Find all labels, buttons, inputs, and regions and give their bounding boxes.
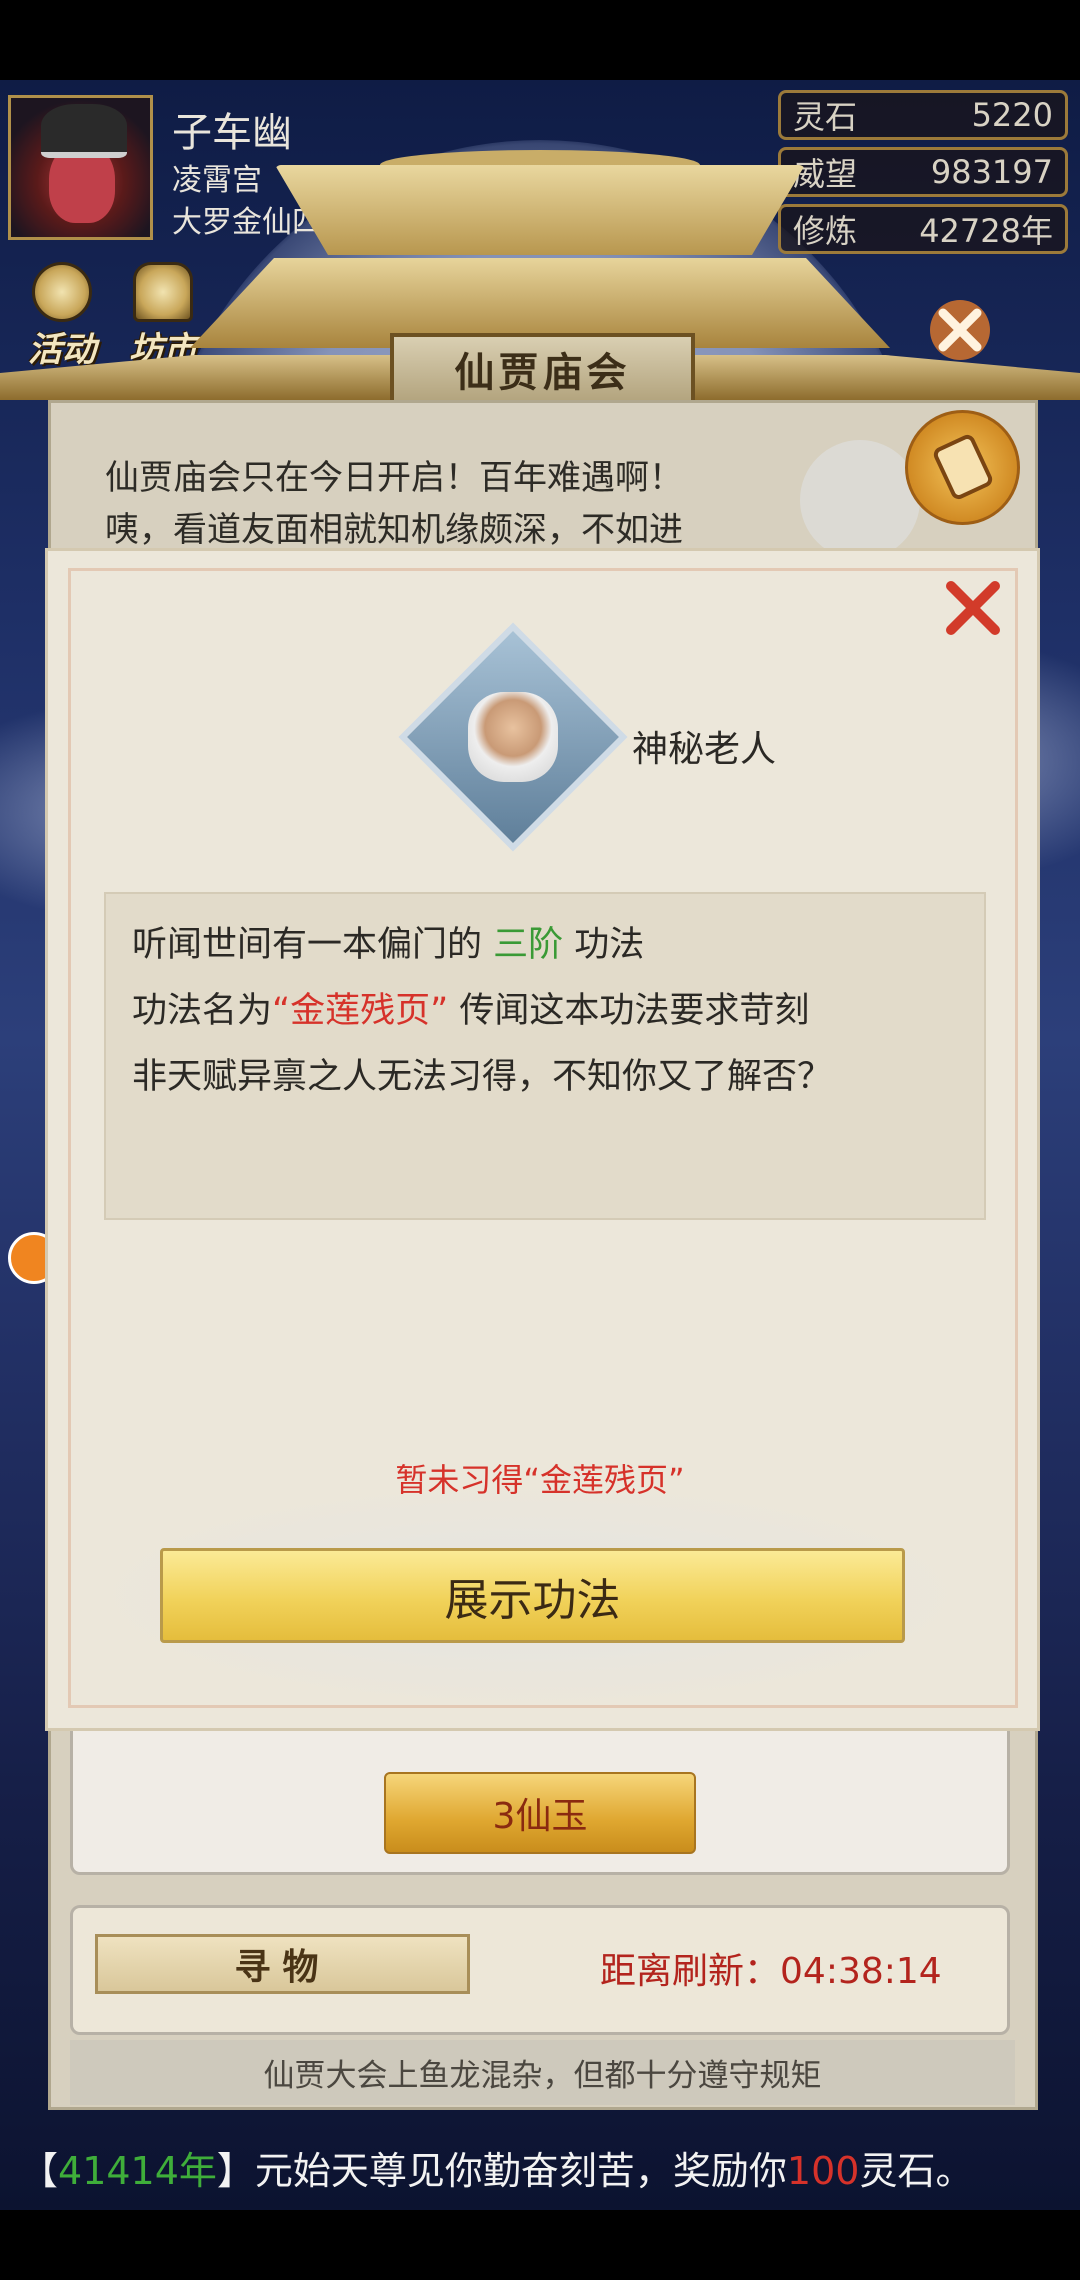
- stat-value: 5220: [971, 96, 1053, 134]
- intro-line: 仙贾庙会只在今日开启！百年难遇啊！: [105, 458, 683, 498]
- stat-spirit-stone: 灵石 5220: [778, 90, 1068, 140]
- market-button[interactable]: 坊市: [118, 262, 208, 371]
- dialog-line: 听闻世间有一本偏门的 三阶 功法: [132, 916, 644, 967]
- activity-label: 活动: [28, 330, 96, 370]
- chat-year: 41414年: [58, 2149, 217, 2193]
- hint-bar: 仙贾大会上鱼龙混杂，但都十分遵守规矩: [70, 2040, 1015, 2105]
- player-sect: 凌霄宫: [172, 163, 262, 198]
- dialog-line: 功法名为“金莲残页” 传闻这本功法要求苛刻: [132, 982, 809, 1033]
- close-icon[interactable]: [925, 295, 995, 365]
- chat-amount: 100: [786, 2149, 860, 2193]
- stat-label: 威望: [793, 155, 858, 193]
- npc-name: 神秘老人: [632, 729, 777, 770]
- player-avatar[interactable]: [8, 95, 153, 240]
- chat-message: 【41414年】元始天尊见你勤奋刻苦，奖励你100灵石。: [20, 2140, 973, 2195]
- learn-status: 暂未习得“金莲残页”: [395, 1461, 685, 1499]
- dialog-text: 传闻这本功法要求苛刻: [448, 991, 810, 1031]
- stat-value: 42728年: [919, 212, 1053, 250]
- dialog-line: 非天赋异禀之人无法习得，不知你又了解否？: [132, 1057, 833, 1097]
- chat-text: 】元始天尊见你勤奋刻苦，奖励你: [216, 2149, 787, 2193]
- activity-button[interactable]: 活动: [22, 262, 102, 371]
- dialog-text: 听闻世间有一本偏门的: [132, 925, 494, 965]
- refresh-timer: 距离刷新：04:38:14: [600, 1942, 942, 1994]
- shop-icon: [133, 262, 193, 322]
- search-title: 寻物: [95, 1934, 470, 1994]
- event-title-plaque: 仙贾庙会: [390, 333, 695, 405]
- refresh-time: 04:38:14: [780, 1951, 942, 1992]
- stat-label: 修炼: [793, 212, 858, 250]
- show-skill-button[interactable]: 展示功法: [160, 1548, 905, 1643]
- scroll-icon[interactable]: [905, 410, 1020, 525]
- skill-name: “金莲残页”: [272, 991, 449, 1031]
- stat-label: 灵石: [793, 98, 858, 136]
- player-name: 子车幽: [172, 110, 292, 156]
- dialog-text: 功法名为: [132, 991, 273, 1031]
- temple-roof-upper: [275, 165, 805, 255]
- refresh-label: 距离刷新：: [600, 1951, 781, 1992]
- stat-prestige: 威望 983197: [778, 147, 1068, 197]
- price-button[interactable]: 3仙玉: [384, 1772, 696, 1854]
- chat-suffix: 灵石。: [859, 2149, 974, 2193]
- stat-value: 983197: [930, 153, 1053, 191]
- chat-bracket: 【: [20, 2149, 59, 2193]
- stat-cultivation: 修炼 42728年: [778, 204, 1068, 254]
- coin-icon: [32, 262, 92, 322]
- merchant-portrait: [800, 440, 920, 560]
- event-intro: 仙贾庙会只在今日开启！百年难遇啊！ 咦，看道友面相就知机缘颇深，不如进: [105, 452, 785, 556]
- close-icon[interactable]: [940, 575, 1005, 640]
- skill-grade: 三阶: [493, 925, 564, 965]
- dialog-text: 功法: [563, 925, 645, 965]
